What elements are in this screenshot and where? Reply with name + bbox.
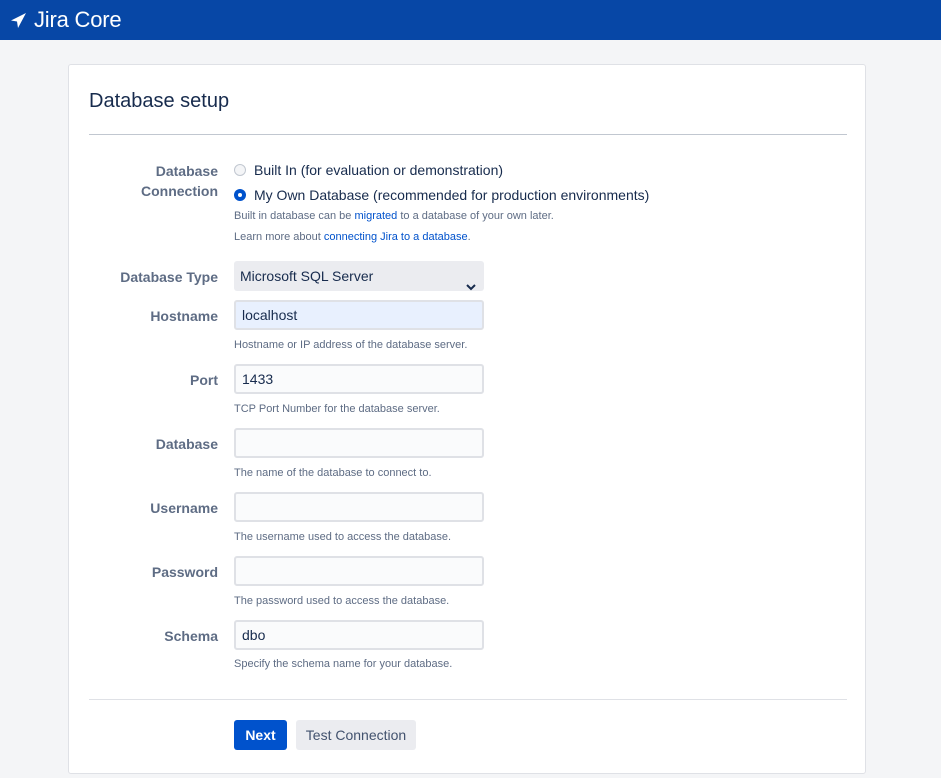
connecting-jira-link[interactable]: connecting Jira to a database xyxy=(324,231,468,243)
password-label: Password xyxy=(151,564,218,580)
app-title: Jira Core xyxy=(34,7,122,32)
migrated-link[interactable]: migrated xyxy=(354,210,397,222)
radio-own-database-label: My Own Database (recommended for product… xyxy=(254,187,650,203)
schema-help: Specify the schema name for your databas… xyxy=(234,658,453,670)
connection-help-migrate: Built in database can be migrated to a d… xyxy=(234,210,554,222)
app-logo[interactable]: Jira Core xyxy=(10,7,122,33)
hostname-input[interactable]: localhost xyxy=(234,300,484,330)
port-input[interactable]: 1433 xyxy=(234,364,484,394)
schema-label: Schema xyxy=(164,628,218,644)
password-input[interactable] xyxy=(234,556,484,586)
header-divider xyxy=(89,134,847,135)
database-type-label: Database Type xyxy=(120,269,218,285)
database-name-input[interactable] xyxy=(234,428,484,458)
hostname-help: Hostname or IP address of the database s… xyxy=(234,339,468,351)
port-help: TCP Port Number for the database server. xyxy=(234,403,440,415)
footer-divider xyxy=(89,699,847,700)
database-connection-label: Database Connection xyxy=(141,163,218,199)
radio-own-database[interactable]: My Own Database (recommended for product… xyxy=(234,187,649,203)
database-name-label: Database xyxy=(155,436,218,452)
port-label: Port xyxy=(190,372,218,388)
hostname-label: Hostname xyxy=(150,308,218,324)
username-help: The username used to access the database… xyxy=(234,531,452,543)
top-navigation-bar: Jira Core xyxy=(0,0,941,40)
radio-built-in-control[interactable] xyxy=(234,164,246,176)
database-setup-card: Database setup Database Connection Built… xyxy=(68,64,866,774)
username-input[interactable] xyxy=(234,492,484,522)
database-type-value: Microsoft SQL Server xyxy=(240,268,374,284)
chevron-down-icon xyxy=(466,271,476,301)
jira-logo-icon xyxy=(10,12,27,29)
radio-built-in-label: Built In (for evaluation or demonstratio… xyxy=(254,162,504,178)
password-help: The password used to access the database… xyxy=(234,595,450,607)
database-type-select[interactable]: Microsoft SQL Server xyxy=(234,261,484,291)
test-connection-button[interactable]: Test Connection xyxy=(296,720,416,750)
database-name-help: The name of the database to connect to. xyxy=(234,467,432,479)
radio-built-in[interactable]: Built In (for evaluation or demonstratio… xyxy=(234,162,503,178)
username-label: Username xyxy=(150,500,218,516)
radio-own-database-control[interactable] xyxy=(234,189,246,201)
schema-input[interactable]: dbo xyxy=(234,620,484,650)
next-button[interactable]: Next xyxy=(234,720,287,750)
page-title: Database setup xyxy=(89,90,230,112)
connection-help-learn-more: Learn more about connecting Jira to a da… xyxy=(234,231,471,243)
